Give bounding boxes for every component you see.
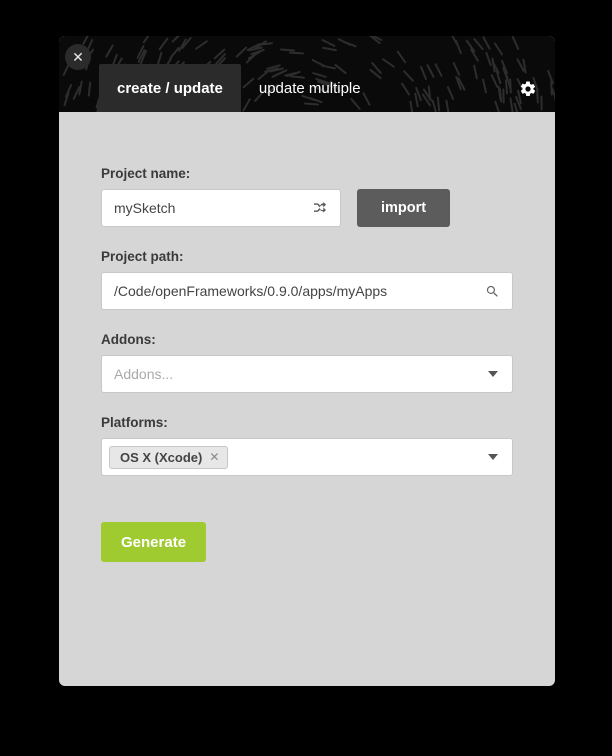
browse-path-button[interactable]: [485, 284, 500, 299]
tabs: create / update update multiple: [99, 64, 379, 112]
remove-platform-button[interactable]: ✕: [209, 450, 219, 464]
addons-dropdown[interactable]: Addons...: [101, 355, 513, 393]
close-icon: ✕: [72, 49, 84, 66]
gear-icon: [519, 80, 537, 98]
project-path-group: Project path:: [101, 249, 513, 310]
project-name-label: Project name:: [101, 166, 513, 181]
search-icon: [485, 284, 500, 299]
project-path-input[interactable]: [114, 283, 477, 299]
tab-create-update[interactable]: create / update: [99, 64, 241, 112]
chevron-down-icon: [488, 454, 498, 460]
import-button-label: import: [381, 200, 426, 216]
tab-update-multiple[interactable]: update multiple: [241, 64, 379, 112]
addons-label: Addons:: [101, 332, 513, 347]
tab-label: update multiple: [259, 80, 361, 97]
generate-button-label: Generate: [121, 534, 186, 551]
shuffle-icon: [312, 200, 328, 216]
content: Project name: import Project path:: [59, 112, 555, 562]
project-generator-window: ✕ create / update update multiple Projec…: [59, 36, 555, 686]
generate-button[interactable]: Generate: [101, 522, 206, 562]
project-name-group: Project name: import: [101, 166, 513, 227]
project-name-input[interactable]: [114, 200, 304, 216]
platforms-dropdown[interactable]: OS X (Xcode) ✕: [101, 438, 513, 476]
import-button[interactable]: import: [357, 189, 450, 227]
addons-placeholder: Addons...: [114, 366, 173, 382]
project-path-label: Project path:: [101, 249, 513, 264]
platforms-group: Platforms: OS X (Xcode) ✕: [101, 415, 513, 476]
platform-token-label: OS X (Xcode): [120, 450, 202, 465]
randomize-name-button[interactable]: [312, 200, 328, 216]
addons-group: Addons: Addons...: [101, 332, 513, 393]
tab-label: create / update: [117, 80, 223, 97]
project-name-input-wrap[interactable]: [101, 189, 341, 227]
platforms-label: Platforms:: [101, 415, 513, 430]
header: ✕ create / update update multiple: [59, 36, 555, 112]
settings-button[interactable]: [519, 80, 537, 98]
project-path-input-wrap[interactable]: [101, 272, 513, 310]
close-button[interactable]: ✕: [65, 44, 91, 70]
platform-token: OS X (Xcode) ✕: [109, 446, 228, 469]
chevron-down-icon: [488, 371, 498, 377]
